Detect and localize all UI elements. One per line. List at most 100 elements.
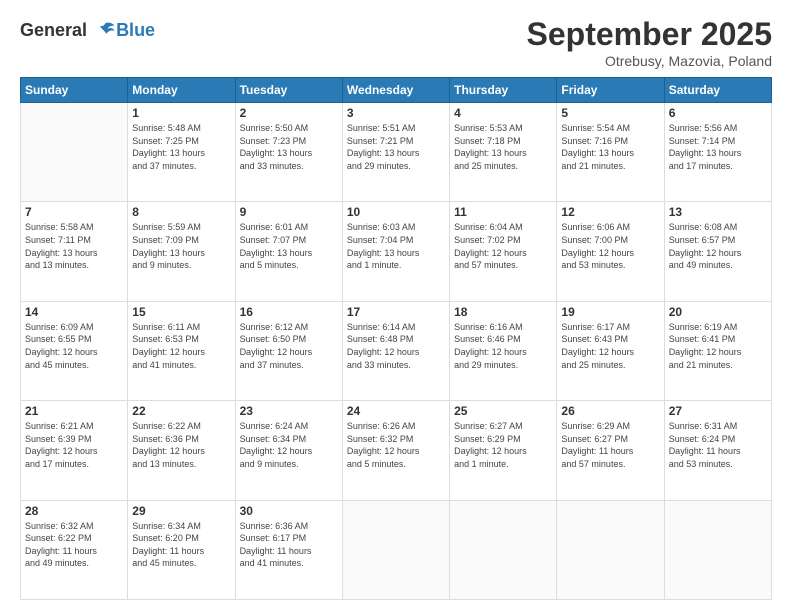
month-title: September 2025	[527, 16, 772, 53]
day-number: 26	[561, 404, 659, 418]
day-cell: 25 Sunrise: 6:27 AMSunset: 6:29 PMDayligh…	[450, 401, 557, 500]
day-info: Sunrise: 5:54 AMSunset: 7:16 PMDaylight:…	[561, 122, 659, 172]
day-cell: 6 Sunrise: 5:56 AMSunset: 7:14 PMDaylight…	[664, 103, 771, 202]
day-number: 16	[240, 305, 338, 319]
day-cell: 1 Sunrise: 5:48 AMSunset: 7:25 PMDaylight…	[128, 103, 235, 202]
day-info: Sunrise: 6:17 AMSunset: 6:43 PMDaylight:…	[561, 321, 659, 371]
day-info: Sunrise: 6:29 AMSunset: 6:27 PMDaylight:…	[561, 420, 659, 470]
day-number: 30	[240, 504, 338, 518]
day-info: Sunrise: 6:26 AMSunset: 6:32 PMDaylight:…	[347, 420, 445, 470]
col-tuesday: Tuesday	[235, 78, 342, 103]
day-info: Sunrise: 6:22 AMSunset: 6:36 PMDaylight:…	[132, 420, 230, 470]
day-cell: 20Sunrise: 6:19 AMSunset: 6:41 PMDayligh…	[664, 301, 771, 400]
day-number: 13	[669, 205, 767, 219]
col-wednesday: Wednesday	[342, 78, 449, 103]
day-cell: 8Sunrise: 5:59 AMSunset: 7:09 PMDaylight…	[128, 202, 235, 301]
day-number: 4	[454, 106, 552, 120]
day-number: 28	[25, 504, 123, 518]
day-cell: 23Sunrise: 6:24 AMSunset: 6:34 PMDayligh…	[235, 401, 342, 500]
day-number: 5	[561, 106, 659, 120]
week-row-5: 28 Sunrise: 6:32 AMSunset: 6:22 PMDayligh…	[21, 500, 772, 599]
day-cell: 21 Sunrise: 6:21 AMSunset: 6:39 PMDayligh…	[21, 401, 128, 500]
day-info: Sunrise: 6:04 AMSunset: 7:02 PMDaylight:…	[454, 221, 552, 271]
day-cell: 28 Sunrise: 6:32 AMSunset: 6:22 PMDayligh…	[21, 500, 128, 599]
day-number: 18	[454, 305, 552, 319]
day-cell: 19 Sunrise: 6:17 AMSunset: 6:43 PMDayligh…	[557, 301, 664, 400]
day-number: 2	[240, 106, 338, 120]
day-cell: 15 Sunrise: 6:11 AMSunset: 6:53 PMDayligh…	[128, 301, 235, 400]
title-block: September 2025 Otrebusy, Mazovia, Poland	[527, 16, 772, 69]
day-cell: 14Sunrise: 6:09 AMSunset: 6:55 PMDayligh…	[21, 301, 128, 400]
logo-text: General Blue	[20, 20, 155, 42]
day-info: Sunrise: 6:21 AMSunset: 6:39 PMDaylight:…	[25, 420, 123, 470]
day-info: Sunrise: 6:12 AMSunset: 6:50 PMDaylight:…	[240, 321, 338, 371]
day-cell: 10Sunrise: 6:03 AMSunset: 7:04 PMDayligh…	[342, 202, 449, 301]
day-info: Sunrise: 6:06 AMSunset: 7:00 PMDaylight:…	[561, 221, 659, 271]
day-cell: 16 Sunrise: 6:12 AMSunset: 6:50 PMDayligh…	[235, 301, 342, 400]
day-cell: 7 Sunrise: 5:58 AMSunset: 7:11 PMDaylight…	[21, 202, 128, 301]
day-number: 22	[132, 404, 230, 418]
weekday-header-row: Sunday Monday Tuesday Wednesday Thursday…	[21, 78, 772, 103]
day-cell: 30 Sunrise: 6:36 AMSunset: 6:17 PMDayligh…	[235, 500, 342, 599]
day-cell: 3Sunrise: 5:51 AMSunset: 7:21 PMDaylight…	[342, 103, 449, 202]
calendar-table: Sunday Monday Tuesday Wednesday Thursday…	[20, 77, 772, 600]
logo-line1: General	[20, 20, 87, 40]
day-info: Sunrise: 6:16 AMSunset: 6:46 PMDaylight:…	[454, 321, 552, 371]
day-cell: 5 Sunrise: 5:54 AMSunset: 7:16 PMDaylight…	[557, 103, 664, 202]
day-info: Sunrise: 6:09 AMSunset: 6:55 PMDaylight:…	[25, 321, 123, 371]
day-info: Sunrise: 6:27 AMSunset: 6:29 PMDaylight:…	[454, 420, 552, 470]
day-number: 10	[347, 205, 445, 219]
day-number: 25	[454, 404, 552, 418]
day-number: 8	[132, 205, 230, 219]
day-cell: 9Sunrise: 6:01 AMSunset: 7:07 PMDaylight…	[235, 202, 342, 301]
day-number: 6	[669, 106, 767, 120]
day-cell: 27Sunrise: 6:31 AMSunset: 6:24 PMDayligh…	[664, 401, 771, 500]
day-info: Sunrise: 5:48 AMSunset: 7:25 PMDaylight:…	[132, 122, 230, 172]
day-cell	[450, 500, 557, 599]
day-info: Sunrise: 6:32 AMSunset: 6:22 PMDaylight:…	[25, 520, 123, 570]
day-info: Sunrise: 6:11 AMSunset: 6:53 PMDaylight:…	[132, 321, 230, 371]
day-cell: 24 Sunrise: 6:26 AMSunset: 6:32 PMDayligh…	[342, 401, 449, 500]
day-number: 19	[561, 305, 659, 319]
week-row-1: 1 Sunrise: 5:48 AMSunset: 7:25 PMDaylight…	[21, 103, 772, 202]
day-cell: 2 Sunrise: 5:50 AMSunset: 7:23 PMDaylight…	[235, 103, 342, 202]
header: General Blue September 2025 Otrebusy, Ma…	[20, 16, 772, 69]
col-monday: Monday	[128, 78, 235, 103]
day-cell	[21, 103, 128, 202]
day-info: Sunrise: 6:34 AMSunset: 6:20 PMDaylight:…	[132, 520, 230, 570]
day-cell: 17 Sunrise: 6:14 AMSunset: 6:48 PMDayligh…	[342, 301, 449, 400]
day-cell: 12 Sunrise: 6:06 AMSunset: 7:00 PMDayligh…	[557, 202, 664, 301]
day-number: 9	[240, 205, 338, 219]
day-info: Sunrise: 6:14 AMSunset: 6:48 PMDaylight:…	[347, 321, 445, 371]
day-info: Sunrise: 5:56 AMSunset: 7:14 PMDaylight:…	[669, 122, 767, 172]
day-cell	[557, 500, 664, 599]
day-number: 12	[561, 205, 659, 219]
day-cell: 26 Sunrise: 6:29 AMSunset: 6:27 PMDayligh…	[557, 401, 664, 500]
col-thursday: Thursday	[450, 78, 557, 103]
day-cell	[664, 500, 771, 599]
col-sunday: Sunday	[21, 78, 128, 103]
day-info: Sunrise: 6:24 AMSunset: 6:34 PMDaylight:…	[240, 420, 338, 470]
day-number: 24	[347, 404, 445, 418]
logo: General Blue	[20, 20, 155, 42]
logo-bird-icon	[94, 20, 116, 42]
day-number: 15	[132, 305, 230, 319]
day-info: Sunrise: 6:19 AMSunset: 6:41 PMDaylight:…	[669, 321, 767, 371]
day-info: Sunrise: 5:53 AMSunset: 7:18 PMDaylight:…	[454, 122, 552, 172]
day-cell: 29 Sunrise: 6:34 AMSunset: 6:20 PMDayligh…	[128, 500, 235, 599]
day-info: Sunrise: 5:50 AMSunset: 7:23 PMDaylight:…	[240, 122, 338, 172]
day-number: 11	[454, 205, 552, 219]
day-number: 1	[132, 106, 230, 120]
week-row-3: 14Sunrise: 6:09 AMSunset: 6:55 PMDayligh…	[21, 301, 772, 400]
day-number: 21	[25, 404, 123, 418]
day-number: 17	[347, 305, 445, 319]
day-number: 7	[25, 205, 123, 219]
day-number: 29	[132, 504, 230, 518]
day-info: Sunrise: 6:36 AMSunset: 6:17 PMDaylight:…	[240, 520, 338, 570]
day-info: Sunrise: 6:31 AMSunset: 6:24 PMDaylight:…	[669, 420, 767, 470]
day-info: Sunrise: 5:58 AMSunset: 7:11 PMDaylight:…	[25, 221, 123, 271]
day-cell: 18 Sunrise: 6:16 AMSunset: 6:46 PMDayligh…	[450, 301, 557, 400]
col-friday: Friday	[557, 78, 664, 103]
logo-line2: Blue	[116, 20, 155, 41]
day-number: 3	[347, 106, 445, 120]
